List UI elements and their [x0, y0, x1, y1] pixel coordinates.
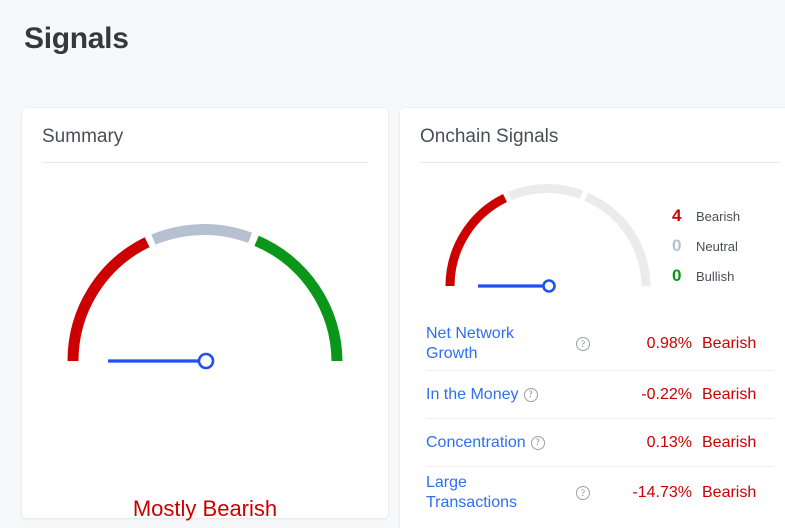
onchain-gauge-needle-hub [542, 279, 556, 293]
signal-row-concentration: Concentration ? 0.13% Bearish [426, 418, 774, 466]
signal-value: 0.13% [646, 433, 692, 451]
page-title: Signals [24, 22, 129, 55]
onchain-signals-card: Onchain Signals 4 Bearish 0 Neutral 0 Bu… [400, 108, 785, 528]
signal-name-wrap: In the Money ? [426, 385, 562, 405]
signal-name[interactable]: Net Network Growth [426, 324, 562, 364]
signal-row-net-network-growth: Net Network Growth ? 0.98% Bearish [426, 318, 774, 370]
summary-verdict: Mostly Bearish [132, 496, 278, 521]
signal-verdict: Bearish [702, 484, 757, 501]
signal-row-large-transactions: Large Transactions ? -14.73% Bearish [426, 466, 774, 519]
signal-value: -0.22% [641, 385, 692, 403]
question-circle-icon[interactable]: ? [523, 387, 538, 402]
gauge-arc-neutral [151, 224, 253, 245]
legend-bullish-label: Bullish [696, 269, 735, 284]
question-circle-icon[interactable]: ? [576, 486, 590, 500]
signal-help[interactable]: ? [562, 337, 604, 351]
signal-name[interactable]: Large Transactions [426, 473, 562, 513]
onchain-gauge-arc-neutral [507, 184, 584, 201]
onchain-gauge [445, 184, 651, 293]
summary-gauge [67, 224, 343, 370]
gauge-arc-bearish [67, 237, 150, 362]
question-circle-icon[interactable]: ? [576, 337, 590, 351]
question-circle-icon[interactable]: ? [530, 435, 545, 450]
onchain-signal-rows: Net Network Growth ? 0.98% Bearish In th… [426, 318, 774, 519]
onchain-divider [420, 162, 780, 163]
gauge-arc-bullish [254, 235, 343, 362]
signal-value: 0.98% [646, 335, 692, 352]
legend-neutral-label: Neutral [696, 239, 738, 254]
signals-page: Signals Summary Mostly Bearish 4 BEARISH… [0, 0, 785, 528]
summary-divider [42, 162, 368, 163]
gauge-needle-hub [197, 352, 215, 370]
legend-bearish-value: 4 [672, 206, 682, 225]
signal-value: -14.73% [632, 484, 692, 501]
signal-name-wrap: Concentration ? [426, 433, 562, 453]
summary-card-title: Summary [42, 126, 124, 147]
signal-name[interactable]: In the Money [426, 385, 519, 405]
legend-bearish-label: Bearish [696, 209, 741, 224]
signal-verdict: Bearish [702, 433, 757, 451]
signal-verdict: Bearish [702, 385, 757, 403]
signal-name[interactable]: Concentration [426, 433, 526, 453]
onchain-gauge-arc-bullish [584, 192, 651, 287]
legend-row-bearish: 4 Bearish [672, 206, 740, 228]
legend-row-bullish: 0 Bullish [672, 266, 740, 288]
summary-card: Summary Mostly Bearish 4 BEARISH 0 NEUTR… [22, 108, 388, 521]
signal-row-in-the-money: In the Money ? -0.22% Bearish [426, 370, 774, 418]
onchain-legend: 4 Bearish 0 Neutral 0 Bullish [672, 206, 740, 296]
onchain-gauge-arc-bearish [445, 193, 508, 287]
signal-help[interactable]: ? [562, 486, 604, 500]
legend-row-neutral: 0 Neutral [672, 236, 740, 258]
legend-bullish-value: 0 [672, 266, 682, 285]
onchain-card-title: Onchain Signals [420, 126, 559, 147]
legend-neutral-value: 0 [672, 236, 682, 255]
signal-verdict: Bearish [702, 335, 757, 352]
